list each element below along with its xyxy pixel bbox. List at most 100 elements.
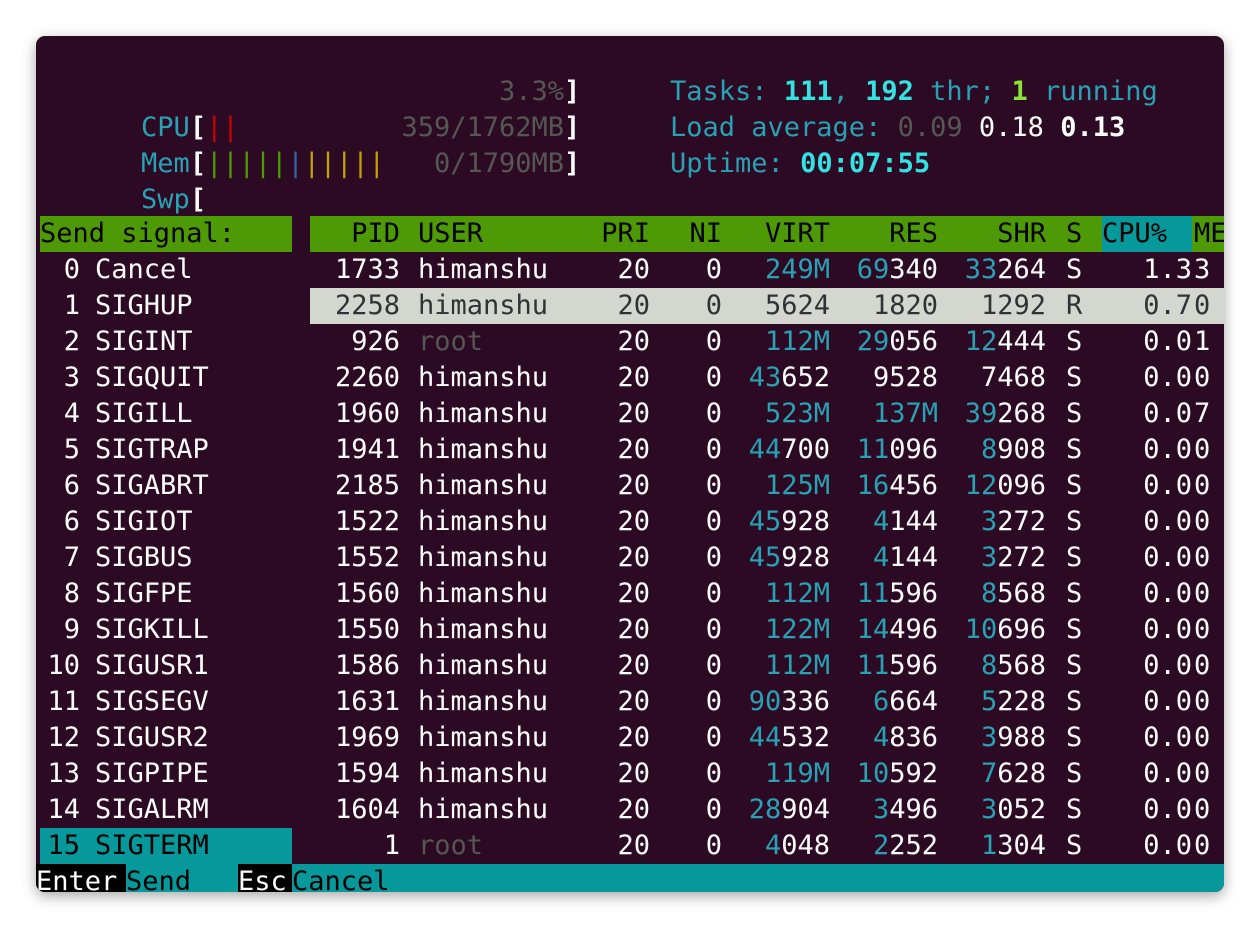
cell-virt: 122M [722, 612, 830, 648]
process-row[interactable]: 1733 himanshu 20 0 249M 69340 33264 S 1.3 3 [310, 252, 1224, 288]
cell-res-low: 096 [889, 434, 938, 465]
cell-shr-high: 12 [964, 326, 998, 357]
cell-virt-low: 928 [781, 506, 830, 537]
process-row[interactable]: 1941 himanshu 20 0 44700 11096 8908 S 0.0 0 [310, 432, 1224, 468]
cell-mem: 3 [1194, 254, 1211, 285]
signal-number: 7 [63, 542, 80, 573]
process-row[interactable]: 2260 himanshu 20 0 43652 9528 7468 S 0.0 0 [310, 360, 1224, 396]
process-row[interactable]: 1550 himanshu 20 0 122M 14496 10696 S 0.0 0 [310, 612, 1224, 648]
cell-pri: 20 [617, 506, 650, 537]
cell-user: himanshu [418, 758, 549, 789]
cell-virt: 45928 [722, 540, 830, 576]
process-row[interactable]: 1552 himanshu 20 0 45928 4144 3272 S 0.0 0 [310, 540, 1224, 576]
cell-cpu: 0.0 [1143, 398, 1192, 429]
process-row[interactable]: 926 root 20 0 112M 29056 12444 S 0.0 1 [310, 324, 1224, 360]
cell-s: S [1066, 542, 1083, 573]
mem-meter-close: ] [564, 112, 581, 143]
signal-item[interactable]: 7 SIGBUS [40, 540, 292, 576]
signal-item[interactable]: 14 SIGALRM [40, 792, 292, 828]
cell-virt-low: 125M [764, 470, 830, 501]
column-header-cpu[interactable]: CPU% [1102, 216, 1167, 252]
cell-pid: 1550 [334, 614, 400, 645]
cell-mem: 0 [1194, 722, 1211, 753]
cell-ni: 0 [705, 614, 722, 645]
signal-name: Cancel [95, 254, 193, 285]
load-15min: 0.13 [1060, 112, 1126, 143]
column-header-state[interactable]: S [1066, 216, 1082, 252]
column-header-user[interactable]: USER [418, 216, 483, 252]
process-row[interactable]: 1560 himanshu 20 0 112M 11596 8568 S 0.0 0 [310, 576, 1224, 612]
threads-count: 192 [865, 76, 914, 107]
cell-shr-high: 3 [980, 506, 998, 537]
process-row[interactable]: 1969 himanshu 20 0 44532 4836 3988 S 0.0 0 [310, 720, 1224, 756]
process-row[interactable]: 1960 himanshu 20 0 523M 137M 39268 S 0.0 7 [310, 396, 1224, 432]
signal-name: SIGTERM [95, 830, 209, 861]
column-header-ni[interactable]: NI [650, 216, 722, 252]
cell-virt-low: 928 [781, 542, 830, 573]
signal-name: SIGQUIT [95, 362, 209, 393]
process-row[interactable]: 2185 himanshu 20 0 125M 16456 12096 S 0.0 0 [310, 468, 1224, 504]
swp-meter-value: 0/1790MB [433, 148, 564, 179]
cell-pid: 1941 [334, 434, 400, 465]
send-action-label[interactable]: Send [126, 864, 191, 892]
cell-shr: 8568 [938, 648, 1046, 684]
signal-item[interactable]: 2 SIGINT [40, 324, 292, 360]
cell-shr: 5228 [938, 684, 1046, 720]
signal-item[interactable]: 12 SIGUSR2 [40, 720, 292, 756]
terminal-window: CPU[|| 3.3% ] Mem[||||||||||| 359/1762MB… [36, 36, 1224, 892]
cell-ni: 0 [705, 578, 722, 609]
signal-item[interactable]: 6 SIGABRT [40, 468, 292, 504]
cell-user: himanshu [418, 794, 549, 825]
column-header-pri[interactable]: PRI [560, 216, 650, 252]
process-row[interactable]: 1604 himanshu 20 0 28904 3496 3052 S 0.0 0 [310, 792, 1224, 828]
cell-virt: 523M [722, 396, 830, 432]
signal-item[interactable]: 5 SIGTRAP [40, 432, 292, 468]
signal-item[interactable]: 6 SIGIOT [40, 504, 292, 540]
signal-item[interactable]: 4 SIGILL [40, 396, 292, 432]
signal-item[interactable]: 13 SIGPIPE [40, 756, 292, 792]
cell-cpu: 0.0 [1143, 470, 1192, 501]
signal-item[interactable]: 1 SIGHUP [40, 288, 292, 324]
cell-ni: 0 [705, 686, 722, 717]
column-header-mem[interactable]: ME [1194, 216, 1224, 252]
cancel-action-label[interactable]: Cancel [292, 864, 390, 892]
cell-shr: 1304 [938, 828, 1046, 864]
process-row[interactable]: 1522 himanshu 20 0 45928 4144 3272 S 0.0 0 [310, 504, 1224, 540]
signal-item[interactable]: 11 SIGSEGV [40, 684, 292, 720]
cell-s: S [1066, 650, 1083, 681]
signal-item[interactable]: 9 SIGKILL [40, 612, 292, 648]
cell-shr-high: 33 [964, 254, 998, 285]
column-header-shr[interactable]: SHR [938, 216, 1046, 252]
process-row[interactable]: 1 root 20 0 4048 2252 1304 S 0.0 0 [310, 828, 1224, 864]
running-count: 1 [1011, 76, 1028, 107]
signal-item[interactable]: 10 SIGUSR1 [40, 648, 292, 684]
process-row[interactable]: 2258 himanshu 20 0 5624 1820 1292 R 0.7 0 [310, 288, 1224, 324]
enter-key[interactable]: Enter [36, 864, 126, 892]
load-average: Load average: 0.09 0.18 0.13 [670, 110, 1125, 146]
cell-pid: 1733 [334, 254, 400, 285]
signal-item[interactable]: 0 Cancel [40, 252, 292, 288]
cell-pri: 20 [617, 758, 650, 789]
cell-shr: 3052 [938, 792, 1046, 828]
esc-key[interactable]: Esc [238, 864, 292, 892]
cell-pri: 20 [617, 722, 650, 753]
cell-pri: 20 [617, 650, 650, 681]
cell-pri: 20 [617, 434, 650, 465]
cell-pri: 20 [617, 398, 650, 429]
column-header-virt[interactable]: VIRT [722, 216, 830, 252]
process-row[interactable]: 1631 himanshu 20 0 90336 6664 5228 S 0.0 0 [310, 684, 1224, 720]
cell-pid: 1586 [334, 650, 400, 681]
process-row[interactable]: 1594 himanshu 20 0 119M 10592 7628 S 0.0 0 [310, 756, 1224, 792]
signal-item[interactable]: 3 SIGQUIT [40, 360, 292, 396]
column-header-res[interactable]: RES [830, 216, 938, 252]
column-header-pid[interactable]: PID [310, 216, 400, 252]
cell-ni: 0 [705, 254, 722, 285]
process-row[interactable]: 1586 himanshu 20 0 112M 11596 8568 S 0.0 0 [310, 648, 1224, 684]
cell-s: S [1066, 830, 1083, 861]
cell-res-high: 29 [856, 326, 890, 357]
tasks-count: 111 [783, 76, 833, 107]
cell-shr-low: 568 [997, 650, 1046, 681]
signal-item[interactable]: 8 SIGFPE [40, 576, 292, 612]
cell-res-low: 456 [889, 470, 938, 501]
signal-item[interactable]: 15 SIGTERM [40, 828, 292, 864]
